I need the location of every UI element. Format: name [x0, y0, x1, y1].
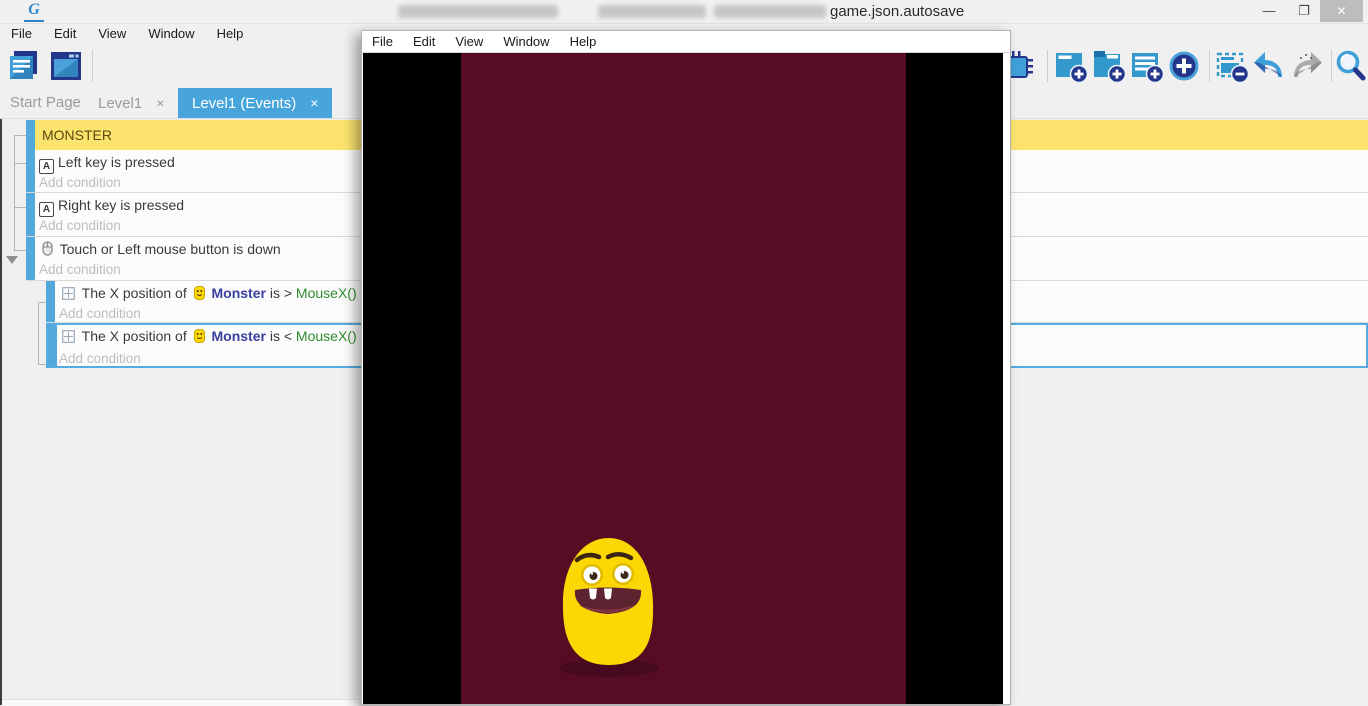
menu-help[interactable]: Help: [206, 24, 255, 41]
add-condition-link[interactable]: Add condition: [39, 218, 121, 233]
preview-menu-bar: FileEditViewWindowHelp: [362, 31, 1010, 53]
monster-object-icon: [194, 286, 205, 300]
game-preview-window: FileEditViewWindowHelp: [361, 30, 1011, 705]
monster-object-icon: [194, 329, 205, 343]
menu-file[interactable]: File: [0, 24, 43, 41]
event-tree-line: [14, 135, 15, 250]
event-tree-line: [14, 163, 26, 164]
event-tree-line: [14, 250, 26, 251]
blurred-title-segment: [398, 5, 558, 18]
game-viewport[interactable]: [363, 53, 1003, 704]
tab-close-icon[interactable]: ×: [310, 95, 318, 111]
toolbar-separator: [1047, 50, 1048, 82]
toolbar-separator: [1331, 50, 1332, 82]
position-icon: [62, 330, 75, 343]
preview-menu-window[interactable]: Window: [493, 31, 559, 49]
comment-text: MONSTER: [42, 127, 112, 143]
gdevelop-logo-icon: G: [24, 2, 44, 22]
event-tree-line: [14, 135, 26, 136]
event-color-bar: [26, 193, 35, 236]
game-stage[interactable]: [461, 53, 906, 704]
add-other-event-button[interactable]: [1166, 48, 1202, 84]
menu-edit[interactable]: Edit: [43, 24, 87, 41]
position-icon: [62, 287, 75, 300]
scene-editor-icon[interactable]: [48, 48, 84, 84]
add-condition-link[interactable]: Add condition: [39, 175, 121, 190]
blurred-title-segment: [598, 5, 706, 18]
undo-button[interactable]: [1251, 48, 1287, 84]
expand-collapse-arrow[interactable]: [6, 256, 18, 264]
event-color-bar: [26, 120, 35, 150]
toolbar-separator: [92, 50, 93, 82]
minimize-button[interactable]: —: [1252, 0, 1286, 22]
add-comment-button[interactable]: [1129, 48, 1165, 84]
condition-left-key[interactable]: ALeft key is pressed: [39, 154, 175, 174]
events-sheet-icon[interactable]: [6, 48, 42, 84]
condition-xpos-gt[interactable]: The X position of Monster is > MouseX() …: [59, 285, 365, 301]
gdevelop-window: MONSTER ALeft key is pressed Add conditi…: [0, 0, 1368, 705]
tab-level1-events[interactable]: Level1 (Events)×: [178, 88, 332, 118]
menu-view[interactable]: View: [87, 24, 137, 41]
condition-touch-mouse[interactable]: Touch or Left mouse button is down: [39, 241, 281, 257]
subevent-tree-line: [38, 302, 46, 303]
monster-sprite: [551, 535, 663, 683]
title-bar: G game.json.autosave — ❐ ✕: [0, 0, 1368, 24]
tab-level1[interactable]: Level1×: [98, 88, 164, 118]
close-button[interactable]: ✕: [1320, 0, 1363, 22]
add-condition-link[interactable]: Add condition: [59, 306, 141, 321]
event-color-bar: [46, 281, 55, 322]
redo-button[interactable]: [1289, 48, 1325, 84]
tab-start-page[interactable]: Start Page: [10, 88, 81, 118]
add-condition-link[interactable]: Add condition: [39, 262, 121, 277]
condition-right-key[interactable]: ARight key is pressed: [39, 197, 184, 217]
toolbar-separator: [1209, 50, 1210, 82]
keyboard-key-icon: A: [39, 159, 54, 174]
preview-menu-help[interactable]: Help: [560, 31, 607, 49]
event-tree-line: [14, 207, 26, 208]
condition-xpos-lt[interactable]: The X position of Monster is < MouseX() …: [59, 328, 365, 344]
search-button[interactable]: [1333, 48, 1368, 84]
event-color-bar: [26, 237, 35, 280]
preview-menu-file[interactable]: File: [362, 31, 403, 49]
keyboard-key-icon: A: [39, 202, 54, 217]
add-event-button[interactable]: [1053, 48, 1089, 84]
blurred-title-segment: [714, 5, 826, 18]
window-left-edge: [0, 24, 2, 705]
event-color-bar: [48, 325, 57, 366]
add-condition-link[interactable]: Add condition: [59, 351, 141, 366]
add-subevent-button[interactable]: [1091, 48, 1127, 84]
menu-window[interactable]: Window: [137, 24, 205, 41]
restore-button[interactable]: ❐: [1288, 0, 1320, 22]
preview-menu-edit[interactable]: Edit: [403, 31, 445, 49]
event-color-bar: [26, 150, 35, 192]
preview-menu-view[interactable]: View: [445, 31, 493, 49]
tab-close-icon[interactable]: ×: [156, 95, 164, 111]
window-title: game.json.autosave: [830, 3, 964, 20]
subevent-tree-line: [38, 364, 46, 365]
subevent-tree-line: [38, 302, 39, 364]
mouse-icon: [42, 241, 53, 256]
delete-event-button[interactable]: [1214, 48, 1250, 84]
